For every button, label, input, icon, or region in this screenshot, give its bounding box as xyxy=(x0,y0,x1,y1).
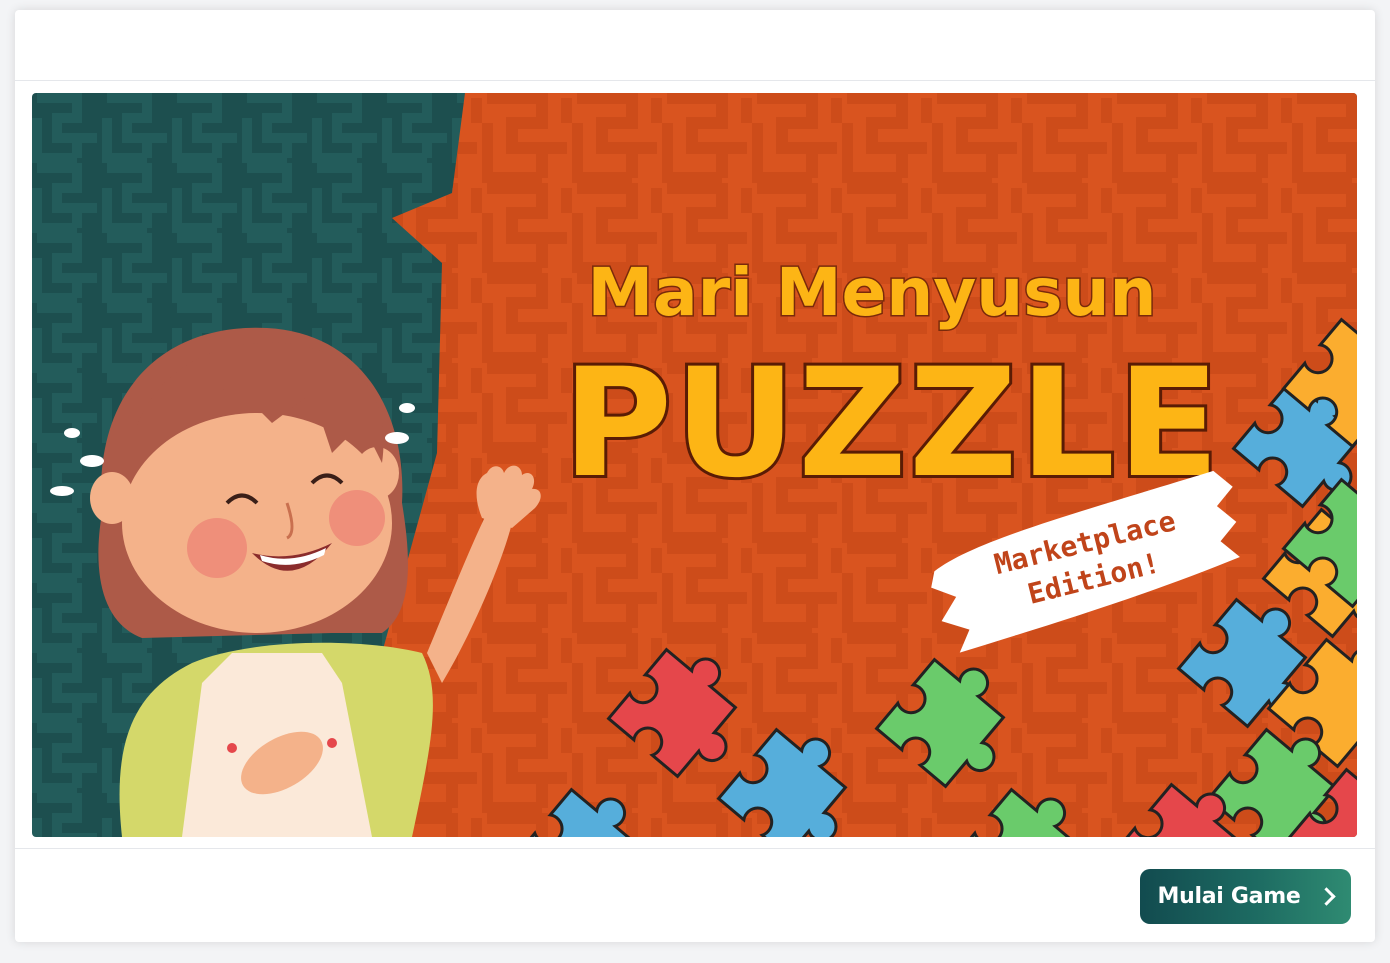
game-card: Mari Menyusun PUZZLE Marketplace Edition… xyxy=(15,10,1375,942)
banner-title-small: Mari Menyusun xyxy=(587,254,1156,331)
chevron-right-icon xyxy=(1317,887,1337,906)
start-game-button[interactable]: Mulai Game xyxy=(1140,869,1351,924)
start-game-label: Mulai Game xyxy=(1157,884,1301,909)
card-body: Mari Menyusun PUZZLE Marketplace Edition… xyxy=(15,81,1375,848)
banner-illustration: Mari Menyusun PUZZLE Marketplace Edition… xyxy=(32,93,1357,837)
card-footer: Mulai Game xyxy=(15,848,1375,942)
banner-title-big: PUZZLE xyxy=(562,337,1221,511)
card-header xyxy=(15,10,1375,81)
puzzle-banner: Mari Menyusun PUZZLE Marketplace Edition… xyxy=(32,93,1357,837)
